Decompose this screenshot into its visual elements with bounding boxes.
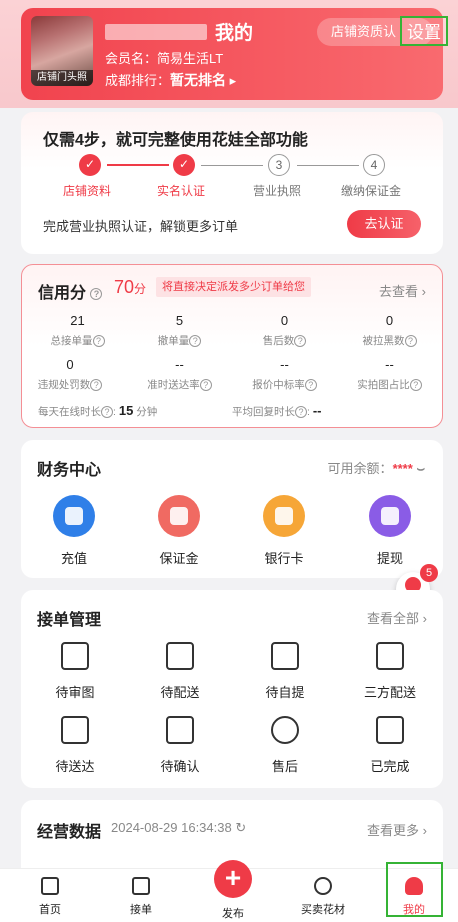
order-label[interactable]: 已完成 xyxy=(350,756,430,775)
store-photo-caption: 店铺门头照 xyxy=(31,70,93,86)
stat-label: 总接单量? xyxy=(25,333,130,348)
after-sale-icon[interactable] xyxy=(271,716,299,744)
credit-hint: 将直接决定派发多少订单给您 xyxy=(156,277,311,297)
member-name: 会员名：简易生活LT xyxy=(105,51,224,66)
order-label[interactable]: 待自提 xyxy=(245,682,325,701)
home-icon xyxy=(41,877,59,895)
completed-icon[interactable] xyxy=(376,716,404,744)
order-label[interactable]: 三方配送 xyxy=(350,682,430,701)
finance-card: 财务中心 可用余额：**** ⌣ 充值 保证金 银行卡 提现 xyxy=(21,440,443,578)
eye-icon: ⌣ xyxy=(416,461,425,476)
step-4-icon: 4 xyxy=(363,154,385,176)
nav-label: 发布 xyxy=(222,908,244,920)
step-line xyxy=(201,165,263,166)
finance-title: 财务中心 xyxy=(37,462,102,479)
truck-icon[interactable] xyxy=(61,716,89,744)
flower-icon xyxy=(314,877,332,895)
stat-label: 撤单量? xyxy=(127,333,232,348)
orders-view-all[interactable]: 查看全部 › xyxy=(367,608,427,627)
reply-time: 平均回复时长?: -- xyxy=(232,403,322,419)
city-rank[interactable]: 成都排行：暂无排名 ▸ xyxy=(105,70,236,90)
stat-label: 准时送达率? xyxy=(127,377,232,392)
orders-title: 接单管理 xyxy=(37,612,102,629)
steps-desc: 完成营业执照认证，解锁更多订单 xyxy=(43,219,239,234)
blurred-name xyxy=(105,24,207,40)
order-label[interactable]: 售后 xyxy=(245,756,325,775)
step-label: 实名认证 xyxy=(157,184,206,198)
stat-label: 实拍图占比? xyxy=(337,377,442,392)
order-label[interactable]: 待确认 xyxy=(140,756,220,775)
nav-market[interactable]: 买卖花材 xyxy=(293,869,353,922)
page-title: 我的 xyxy=(215,23,254,44)
orders-icon xyxy=(132,877,150,895)
onboarding-steps-card: 仅需4步，就可完整使用花娃全部功能 ✓ ✓ 3 4 店铺资料 实名认证 营业执照… xyxy=(21,112,443,254)
settings-button[interactable]: 设置 xyxy=(400,16,448,46)
pickup-icon[interactable] xyxy=(271,642,299,670)
online-time: 每天在线时长?: 15 分钟 xyxy=(38,403,158,419)
message-badge: 5 xyxy=(420,564,438,582)
credit-score: 70分 xyxy=(114,277,147,297)
step-done-icon: ✓ xyxy=(173,154,195,176)
review-icon[interactable] xyxy=(61,642,89,670)
business-title: 经营数据 xyxy=(37,824,102,841)
step-3-icon: 3 xyxy=(268,154,290,176)
stat-label: 违规处罚数? xyxy=(22,377,118,392)
profile-card: 店铺门头照 我的 会员名：简易生活LT 成都排行：暂无排名 ▸ 店铺资质认 xyxy=(21,8,443,100)
finance-label[interactable]: 提现 xyxy=(350,548,430,567)
step-done-icon: ✓ xyxy=(79,154,101,176)
nav-orders[interactable]: 接单 xyxy=(111,869,171,922)
stat-value: 0 xyxy=(385,313,394,328)
business-date[interactable]: 2024-08-29 16:34:38 ↻ xyxy=(111,820,246,836)
step-label: 营业执照 xyxy=(253,184,302,198)
finance-label[interactable]: 银行卡 xyxy=(244,548,324,567)
credit-view-link[interactable]: 去查看 › xyxy=(379,281,426,300)
verify-button[interactable]: 去认证 xyxy=(347,210,421,238)
step-label: 缴纳保证金 xyxy=(341,184,402,198)
steps-title: 仅需4步，就可完整使用花娃全部功能 xyxy=(43,132,308,149)
wallet-icon[interactable] xyxy=(53,495,95,537)
business-more-link[interactable]: 查看更多 › xyxy=(367,820,427,839)
nav-label: 买卖花材 xyxy=(301,904,345,916)
truck-icon[interactable] xyxy=(376,642,404,670)
rank-label: 成都排行： xyxy=(105,73,171,88)
orders-card: 接单管理 查看全部 › 待审图 待配送 待自提 三方配送 待送达 待确认 售后 … xyxy=(21,590,443,788)
nav-home[interactable]: 首页 xyxy=(20,869,80,922)
balance[interactable]: 可用余额：**** ⌣ xyxy=(328,458,425,477)
credit-title: 信用分 ? xyxy=(38,279,103,303)
deposit-icon[interactable] xyxy=(158,495,200,537)
stat-label: 售后数? xyxy=(232,333,337,348)
step-label: 店铺资料 xyxy=(63,184,112,198)
nav-label: 接单 xyxy=(130,904,152,916)
stat-value: 5 xyxy=(175,313,184,328)
bank-card-icon[interactable] xyxy=(263,495,305,537)
stat-label: 报价中标率? xyxy=(232,377,337,392)
step-line xyxy=(107,164,169,166)
credit-card: 信用分 ? 70分 将直接决定派发多少订单给您 去查看 › 21 总接单量? 5… xyxy=(21,264,443,428)
withdraw-icon[interactable] xyxy=(369,495,411,537)
stat-value: -- xyxy=(175,357,184,372)
stat-label: 被拉黑数? xyxy=(337,333,442,348)
store-photo[interactable]: 店铺门头照 xyxy=(31,16,93,86)
order-label[interactable]: 待审图 xyxy=(35,682,115,701)
step-line xyxy=(297,165,359,166)
order-label[interactable]: 待配送 xyxy=(140,682,220,701)
help-icon[interactable]: ? xyxy=(90,287,103,300)
finance-label[interactable]: 充值 xyxy=(34,548,114,567)
stat-value: -- xyxy=(385,357,394,372)
rank-value: 暂无排名 xyxy=(170,72,227,88)
mine-highlight xyxy=(386,862,443,917)
finance-label[interactable]: 保证金 xyxy=(139,548,219,567)
delivery-box-icon[interactable] xyxy=(166,642,194,670)
publish-plus-icon[interactable]: + xyxy=(214,860,252,898)
order-label[interactable]: 待送达 xyxy=(35,756,115,775)
stat-value: -- xyxy=(280,357,289,372)
stat-value: 0 xyxy=(280,313,289,328)
stat-value: 0 xyxy=(66,357,74,372)
nav-label: 首页 xyxy=(39,904,61,916)
confirm-icon[interactable] xyxy=(166,716,194,744)
stat-value: 21 xyxy=(70,313,85,328)
